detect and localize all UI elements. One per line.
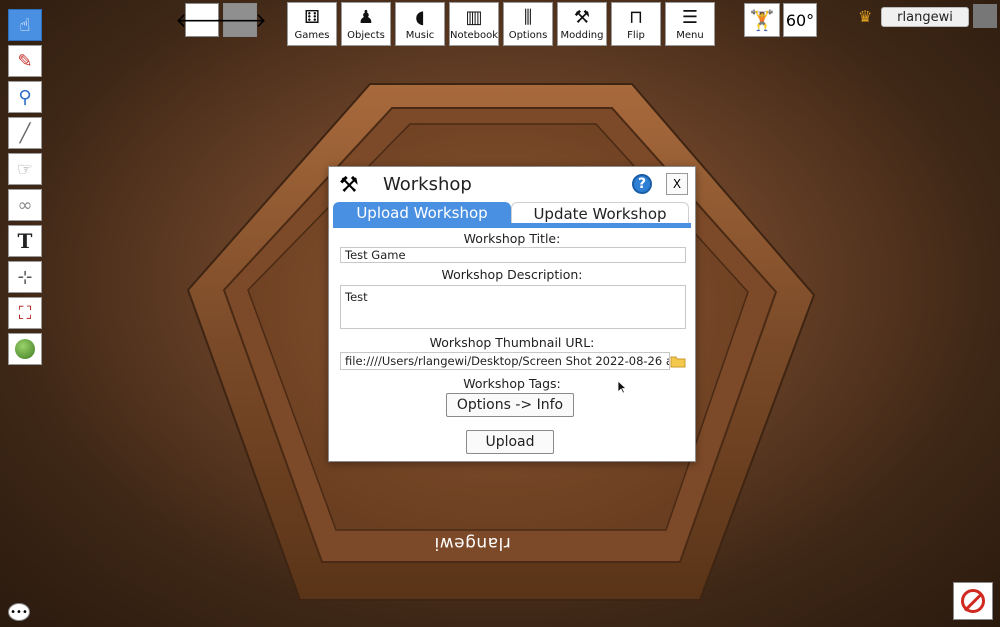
line-tool-button[interactable]: ╱ bbox=[8, 117, 42, 149]
menu-button[interactable]: ☰ Menu bbox=[665, 2, 715, 46]
workshop-description-label: Workshop Description: bbox=[441, 267, 583, 282]
hamburger-icon: ☰ bbox=[681, 7, 699, 28]
options-info-label: Options -> Info bbox=[456, 397, 564, 413]
ball-icon bbox=[15, 339, 35, 359]
joint-icon: ∞ bbox=[17, 194, 33, 216]
tools-icon: ⚒ bbox=[573, 7, 591, 28]
pencil-tool-button[interactable]: ✎ bbox=[8, 45, 42, 77]
objects-button[interactable]: ♟ Objects bbox=[341, 2, 391, 46]
stamp-icon: ⛶ bbox=[18, 302, 32, 324]
music-icon: ◖ bbox=[415, 7, 425, 28]
lift-height-button[interactable]: 🏋 bbox=[744, 3, 780, 37]
meeple-icon: ♟ bbox=[357, 7, 375, 28]
music-label: Music bbox=[405, 30, 435, 41]
pencil-icon: ✎ bbox=[17, 50, 33, 72]
notebook-button[interactable]: ▥ Notebook bbox=[449, 2, 499, 46]
games-label: Games bbox=[294, 30, 330, 41]
text-tool-button[interactable]: T bbox=[8, 225, 42, 257]
menu-label: Menu bbox=[676, 30, 704, 41]
redo-button[interactable]: 🡒 bbox=[213, 3, 267, 37]
gizmo-icon: ☞ bbox=[16, 158, 34, 180]
map-pin-tool-button[interactable]: ⚲ bbox=[8, 81, 42, 113]
folder-icon[interactable] bbox=[670, 354, 686, 368]
notebook-label: Notebook bbox=[449, 30, 499, 41]
pointer-icon: ☝ bbox=[19, 14, 31, 36]
options-info-button[interactable]: Options -> Info bbox=[446, 393, 574, 417]
options-label: Options bbox=[508, 30, 548, 41]
close-icon: X bbox=[672, 177, 682, 191]
joint-tool-button[interactable]: ∞ bbox=[8, 189, 42, 221]
objects-label: Objects bbox=[347, 30, 385, 41]
workshop-thumbnail-input[interactable]: file:////Users/rlangewi/Desktop/Screen S… bbox=[340, 352, 670, 370]
chat-icon[interactable]: ••• bbox=[8, 603, 30, 621]
flip-label: Flip bbox=[627, 30, 645, 41]
workshop-description-input[interactable]: Test bbox=[340, 285, 686, 329]
workshop-dialog: ⚒ Workshop ? X Upload Workshop Update Wo… bbox=[328, 166, 696, 462]
pointer-tool-button[interactable]: ☝ bbox=[8, 9, 42, 41]
weightlifter-icon: 🏋 bbox=[749, 8, 775, 32]
gizmo-tool-button[interactable]: ☞ bbox=[8, 153, 42, 185]
upload-button[interactable]: Upload bbox=[466, 430, 554, 454]
music-button[interactable]: ◖ Music bbox=[395, 2, 445, 46]
tools-icon: ⚒ bbox=[339, 173, 359, 198]
snap-tool-button[interactable]: ⊹ bbox=[8, 261, 42, 293]
workshop-tags-label: Workshop Tags: bbox=[463, 376, 561, 391]
flip-button[interactable]: ⊓ Flip bbox=[611, 2, 661, 46]
games-icon: ⚅ bbox=[304, 7, 320, 28]
player-name[interactable]: rlangewi bbox=[881, 7, 969, 27]
tab-underline bbox=[333, 223, 691, 228]
workshop-title-label: Workshop Title: bbox=[463, 231, 561, 246]
upload-label: Upload bbox=[485, 434, 535, 450]
dialog-title: Workshop bbox=[383, 174, 472, 195]
rotation-angle-button[interactable]: 60° bbox=[783, 3, 817, 37]
tab-update-label: Update Workshop bbox=[533, 204, 667, 223]
flip-table-icon: ⊓ bbox=[628, 7, 644, 28]
modding-label: Modding bbox=[560, 30, 604, 41]
tab-upload-workshop[interactable]: Upload Workshop bbox=[333, 202, 511, 224]
rotation-angle-value: 60° bbox=[785, 10, 815, 30]
snap-icon: ⊹ bbox=[17, 266, 33, 288]
arrow-right-icon: 🡒 bbox=[213, 8, 267, 32]
crown-icon: ♛ bbox=[858, 7, 873, 26]
workshop-thumbnail-label: Workshop Thumbnail URL: bbox=[429, 335, 595, 350]
stamp-tool-button[interactable]: ⛶ bbox=[8, 297, 42, 329]
mouse-cursor-icon bbox=[617, 380, 627, 394]
workshop-title-input[interactable]: Test Game bbox=[340, 247, 686, 263]
sliders-icon: ⫼ bbox=[523, 7, 533, 28]
line-icon: ╱ bbox=[19, 122, 31, 144]
games-button[interactable]: ⚅ Games bbox=[287, 2, 337, 46]
table-nameplate: rlangewi bbox=[434, 533, 511, 553]
prohibited-icon bbox=[961, 589, 985, 613]
question-icon: ? bbox=[637, 176, 647, 192]
map-pin-icon: ⚲ bbox=[18, 86, 32, 108]
hidden-zone-button[interactable] bbox=[953, 582, 993, 620]
player-color-swatch[interactable] bbox=[973, 4, 997, 28]
modding-button[interactable]: ⚒ Modding bbox=[557, 2, 607, 46]
text-icon: T bbox=[17, 229, 33, 253]
help-button[interactable]: ? bbox=[632, 174, 652, 194]
ball-tool-button[interactable] bbox=[8, 333, 42, 365]
options-button[interactable]: ⫼ Options bbox=[503, 2, 553, 46]
tab-update-workshop[interactable]: Update Workshop bbox=[511, 202, 689, 224]
close-button[interactable]: X bbox=[666, 173, 688, 195]
notebook-icon: ▥ bbox=[465, 7, 483, 28]
tab-upload-label: Upload Workshop bbox=[356, 204, 488, 222]
